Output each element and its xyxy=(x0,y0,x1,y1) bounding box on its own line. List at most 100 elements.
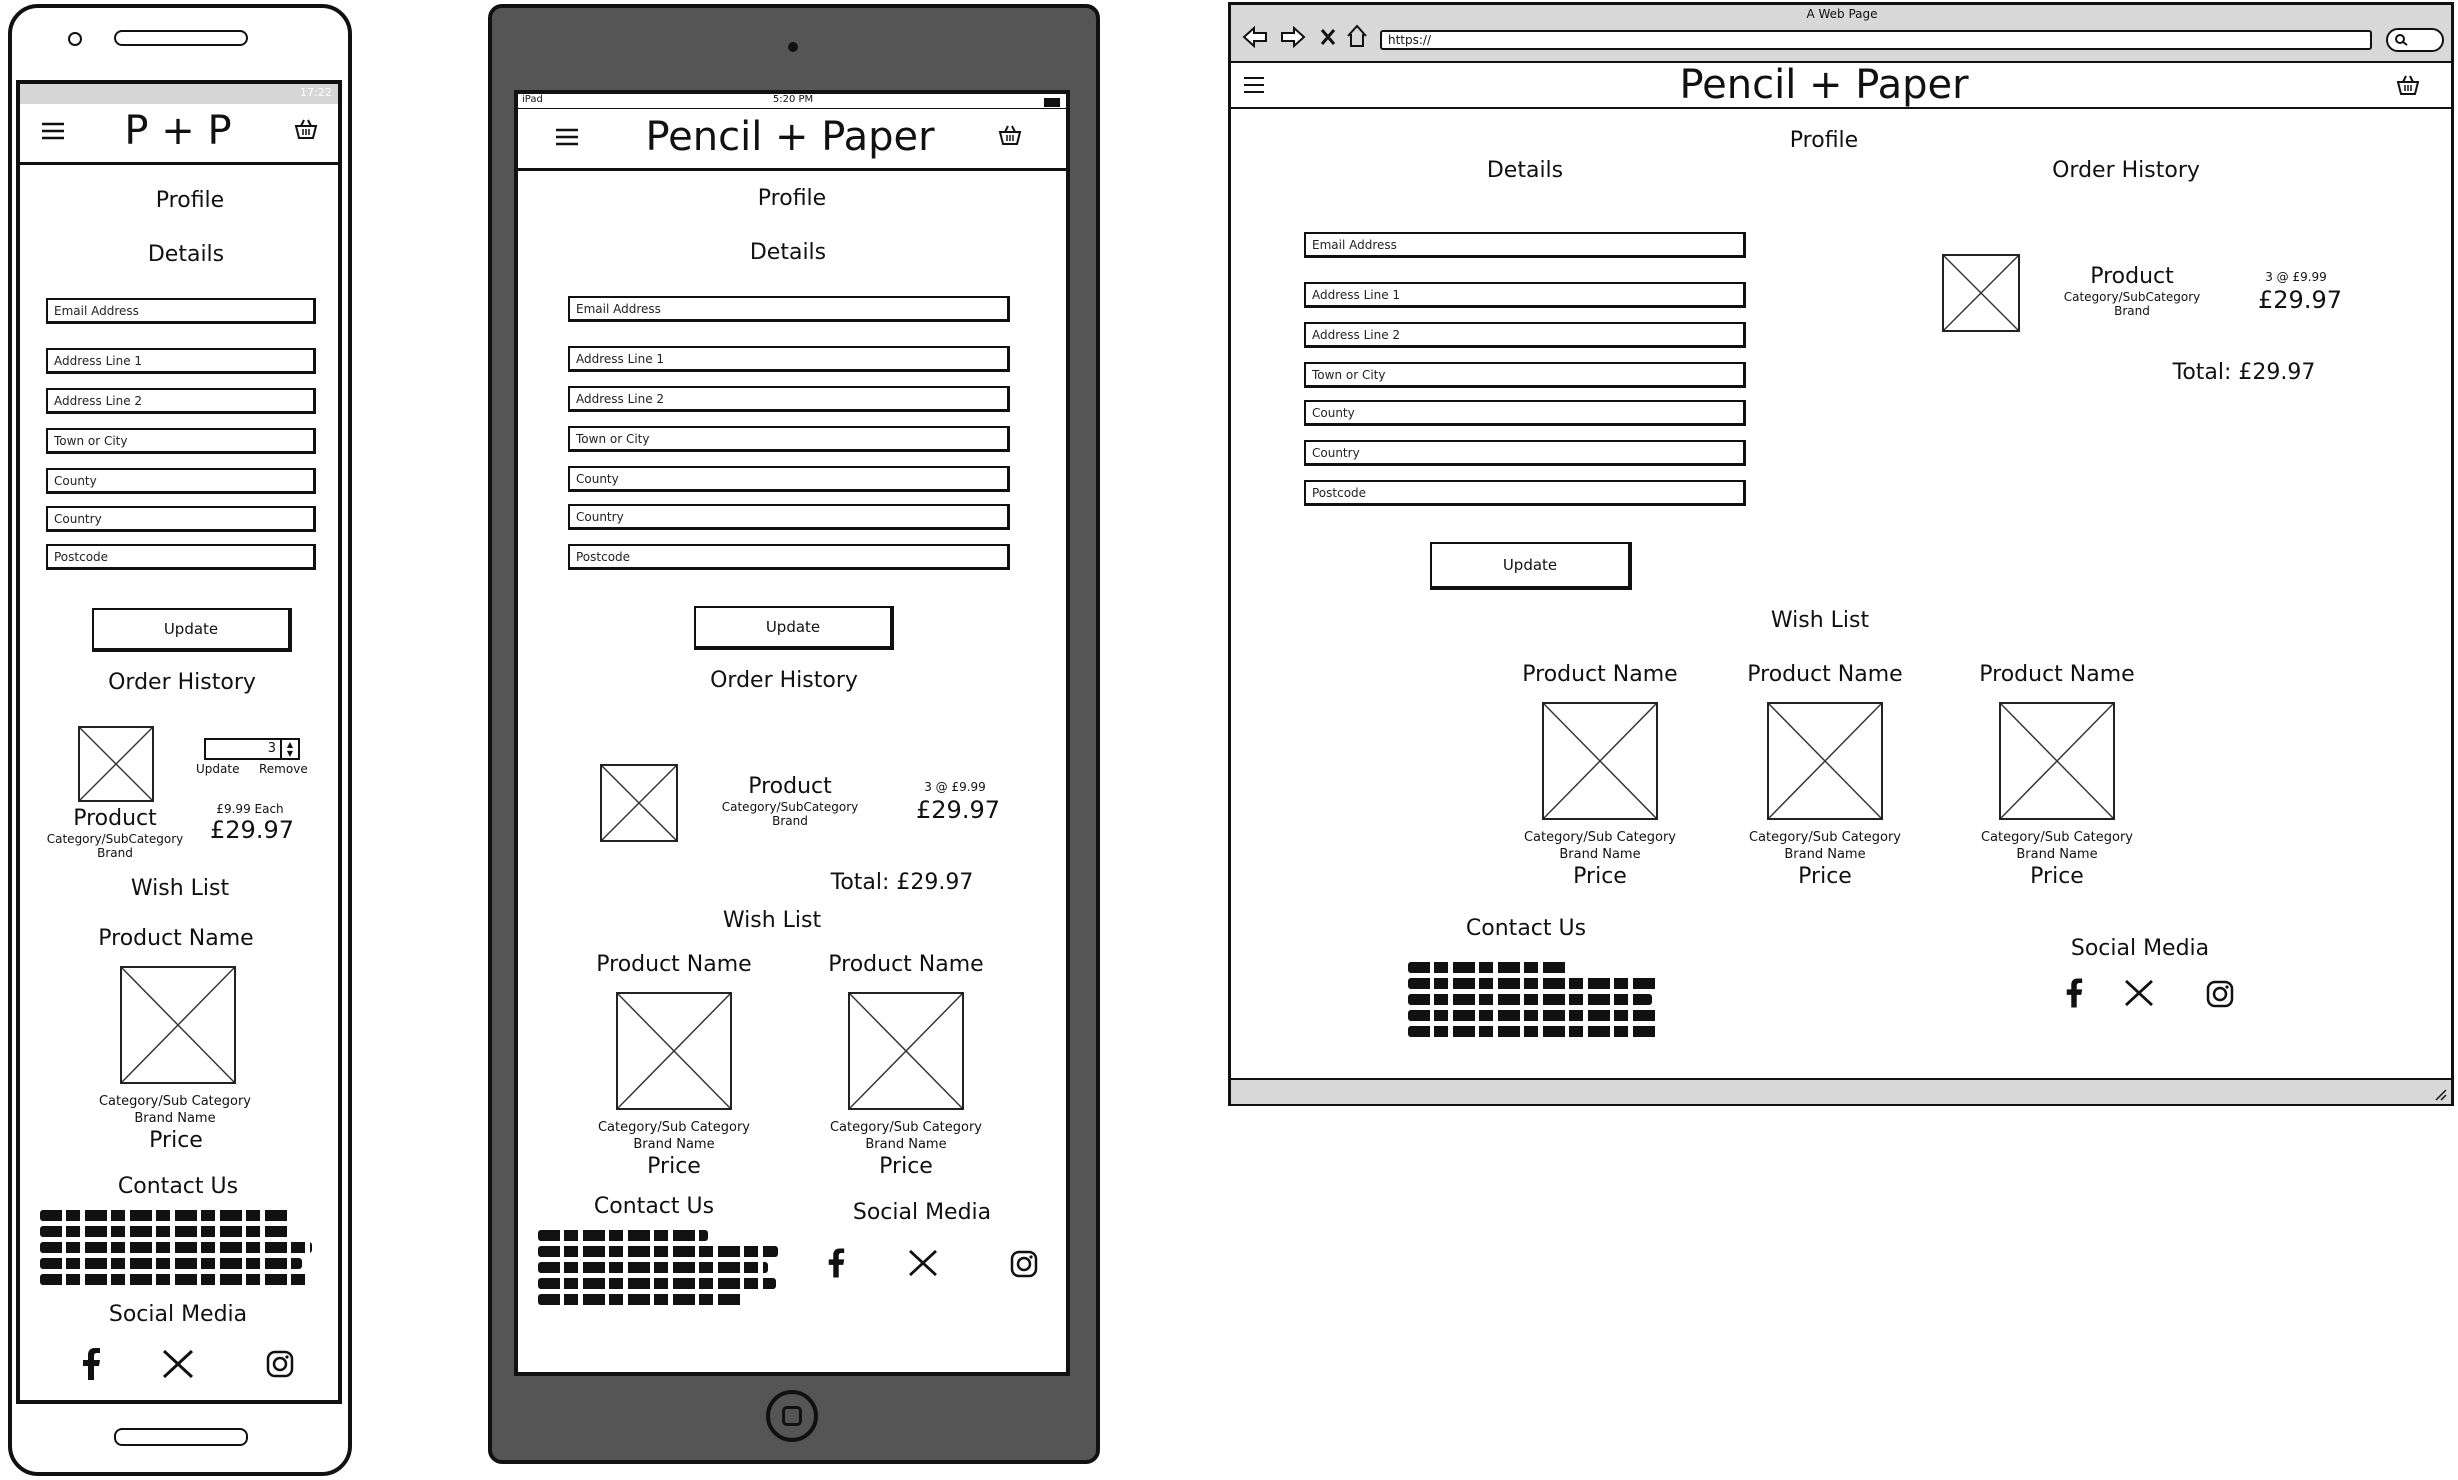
address-bar[interactable]: https:// xyxy=(1380,30,2372,50)
desktop-wish-category: Category/Sub Category xyxy=(1523,830,1677,845)
hamburger-menu-icon[interactable] xyxy=(1244,76,1264,94)
desktop-wish-product-image[interactable] xyxy=(1999,702,2115,820)
phone-camera xyxy=(68,32,82,46)
facebook-icon[interactable] xyxy=(2064,978,2084,1008)
phone-qty-remove-link[interactable]: Remove xyxy=(259,762,308,776)
desktop-total-price: £29.97 xyxy=(2258,286,2342,314)
phone-input-field[interactable]: County xyxy=(46,468,316,494)
phone-input-field[interactable]: Address Line 1 xyxy=(46,348,316,374)
desktop-wish-product-name[interactable]: Product Name xyxy=(1522,662,1677,687)
basket-icon[interactable] xyxy=(998,124,1022,146)
tablet-wish-product-name[interactable]: Product Name xyxy=(828,952,983,977)
tablet-wish-price: Price xyxy=(647,1154,701,1179)
instagram-icon[interactable] xyxy=(1010,1250,1038,1278)
tablet-logo[interactable]: Pencil + Paper xyxy=(645,114,934,160)
stepper-arrows-icon[interactable]: ▲ ▼ xyxy=(280,740,298,758)
facebook-icon[interactable] xyxy=(826,1248,846,1278)
phone-wish-product-image[interactable] xyxy=(120,966,236,1084)
phone-logo[interactable]: P + P xyxy=(124,108,231,154)
home-icon[interactable] xyxy=(1346,24,1368,48)
phone-input-field[interactable]: Address Line 2 xyxy=(46,388,316,414)
instagram-icon[interactable] xyxy=(2206,980,2234,1008)
desktop-input-field[interactable]: Postcode xyxy=(1304,480,1746,506)
home-button-icon[interactable] xyxy=(766,1390,818,1442)
desktop-wish-product-image[interactable] xyxy=(1542,702,1658,820)
hamburger-menu-icon[interactable] xyxy=(42,122,64,140)
desktop-qty-price: 3 @ £9.99 xyxy=(2265,270,2327,284)
browser-status-bar xyxy=(1231,1078,2451,1104)
desktop-wish-product-name[interactable]: Product Name xyxy=(1747,662,1902,687)
desktop-wish-brand: Brand Name xyxy=(2016,847,2098,862)
phone-wish-category: Category/Sub Category xyxy=(98,1094,252,1109)
phone-qty-stepper[interactable]: 3 ▲ ▼ xyxy=(204,738,300,760)
desktop-wish-product-name[interactable]: Product Name xyxy=(1979,662,2134,687)
desktop-input-field[interactable]: Address Line 2 xyxy=(1304,322,1746,348)
desktop-wish-category: Category/Sub Category xyxy=(1748,830,1902,845)
desktop-order-product-name: Product xyxy=(2090,264,2174,289)
phone-contact-text-line xyxy=(40,1258,302,1269)
tablet-status-device: iPad xyxy=(522,94,543,105)
desktop-contact-text-line xyxy=(1408,962,1568,973)
desktop-logo[interactable]: Pencil + Paper xyxy=(1679,62,1968,108)
phone-order-product-name: Product xyxy=(73,806,157,831)
tablet-wish-product-image[interactable] xyxy=(616,992,732,1110)
tablet-screen xyxy=(514,90,1070,1376)
basket-icon[interactable] xyxy=(294,118,318,140)
phone-status-time: 17:22 xyxy=(300,86,332,99)
tablet-order-product-image xyxy=(600,764,678,842)
tablet-wish-brand: Brand Name xyxy=(865,1137,947,1152)
x-twitter-icon[interactable] xyxy=(162,1349,194,1379)
phone-input-field[interactable]: Postcode xyxy=(46,544,316,570)
phone-order-history-heading: Order History xyxy=(108,670,256,695)
x-twitter-icon[interactable] xyxy=(2124,979,2154,1007)
tablet-input-field[interactable]: Address Line 1 xyxy=(568,346,1010,372)
tablet-wish-category: Category/Sub Category xyxy=(829,1120,983,1135)
tablet-input-field[interactable]: Address Line 2 xyxy=(568,386,1010,412)
desktop-input-field[interactable]: Town or City xyxy=(1304,362,1746,388)
basket-icon[interactable] xyxy=(2396,74,2420,96)
phone-input-field[interactable]: Email Address xyxy=(46,298,316,324)
tablet-order-total: Total: £29.97 xyxy=(830,870,974,895)
x-twitter-icon[interactable] xyxy=(908,1249,938,1277)
phone-qty-update-link[interactable]: Update xyxy=(196,762,239,776)
phone-update-button[interactable]: Update xyxy=(92,608,292,652)
desktop-update-button[interactable]: Update xyxy=(1430,542,1632,590)
tablet-update-button[interactable]: Update xyxy=(694,606,894,650)
desktop-order-brand: Brand xyxy=(2114,304,2150,318)
tablet-contact-text-line xyxy=(538,1294,744,1305)
facebook-icon[interactable] xyxy=(80,1348,102,1380)
desktop-order-category: Category/SubCategory xyxy=(2063,290,2201,304)
hamburger-menu-icon[interactable] xyxy=(556,128,578,146)
tablet-wish-list-heading: Wish List xyxy=(722,908,822,933)
search-icon[interactable] xyxy=(2386,28,2444,52)
tablet-contact-heading: Contact Us xyxy=(593,1194,715,1219)
tablet-details-heading: Details xyxy=(749,240,827,265)
desktop-order-history-heading: Order History xyxy=(2052,158,2200,183)
phone-input-field[interactable]: Town or City xyxy=(46,428,316,454)
tablet-input-field[interactable]: Town or City xyxy=(568,426,1010,452)
tablet-wish-product-name[interactable]: Product Name xyxy=(596,952,751,977)
back-arrow-icon[interactable] xyxy=(1242,25,1268,49)
tablet-order-product-name: Product xyxy=(748,774,832,799)
phone-input-field[interactable]: Country xyxy=(46,506,316,532)
instagram-icon[interactable] xyxy=(266,1350,294,1378)
forward-arrow-icon[interactable] xyxy=(1280,25,1306,49)
phone-order-brand: Brand xyxy=(97,846,133,860)
phone-contact-text-line xyxy=(40,1274,310,1285)
tablet-input-field[interactable]: County xyxy=(568,466,1010,492)
tablet-order-category: Category/SubCategory xyxy=(721,800,859,814)
desktop-input-field[interactable]: County xyxy=(1304,400,1746,426)
desktop-input-field[interactable]: Country xyxy=(1304,440,1746,466)
resize-grip-icon[interactable] xyxy=(2434,1086,2448,1101)
phone-wish-product-name[interactable]: Product Name xyxy=(98,926,253,951)
desktop-wish-price: Price xyxy=(2030,864,2084,889)
desktop-input-field[interactable]: Email Address xyxy=(1304,232,1746,258)
stop-icon[interactable] xyxy=(1320,28,1336,46)
phone-contact-text-line xyxy=(40,1226,290,1237)
tablet-input-field[interactable]: Email Address xyxy=(568,296,1010,322)
tablet-wish-product-image[interactable] xyxy=(848,992,964,1110)
tablet-input-field[interactable]: Postcode xyxy=(568,544,1010,570)
desktop-wish-product-image[interactable] xyxy=(1767,702,1883,820)
tablet-input-field[interactable]: Country xyxy=(568,504,1010,530)
desktop-input-field[interactable]: Address Line 1 xyxy=(1304,282,1746,308)
